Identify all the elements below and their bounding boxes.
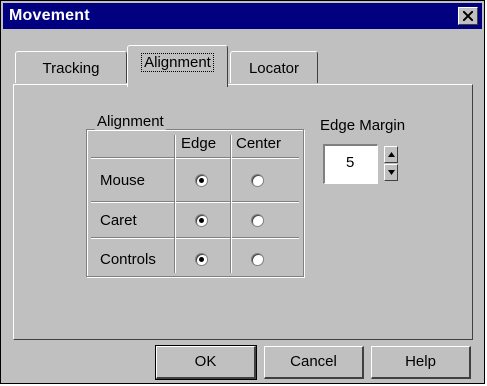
tab-locator[interactable]: Locator xyxy=(230,51,318,83)
tab-tracking[interactable]: Tracking xyxy=(15,51,127,83)
title-bar: Movement xyxy=(3,3,482,29)
edge-margin-label: Edge Margin xyxy=(320,117,406,134)
grid-divider xyxy=(230,135,232,273)
column-header-edge: Edge xyxy=(181,135,217,152)
grid-divider xyxy=(91,201,299,203)
mouse-center-radio[interactable] xyxy=(251,174,264,187)
cancel-button[interactable]: Cancel xyxy=(264,346,364,379)
row-label-caret: Caret xyxy=(100,212,137,229)
grid-divider xyxy=(91,157,299,159)
grid-divider xyxy=(174,135,176,273)
row-label-controls: Controls xyxy=(100,251,156,268)
close-icon xyxy=(463,11,473,21)
close-button[interactable] xyxy=(458,7,478,25)
tab-locator-label: Locator xyxy=(248,60,300,77)
help-button[interactable]: Help xyxy=(371,346,471,379)
edge-margin-input[interactable]: 5 xyxy=(323,144,378,184)
grid-divider xyxy=(91,237,299,239)
tab-tracking-label: Tracking xyxy=(42,60,100,77)
tab-alignment-label: Alignment xyxy=(141,53,214,72)
caret-edge-radio[interactable] xyxy=(195,214,208,227)
controls-center-radio[interactable] xyxy=(251,253,264,266)
caret-center-radio[interactable] xyxy=(251,214,264,227)
column-header-center: Center xyxy=(236,135,282,152)
edge-margin-value: 5 xyxy=(346,154,355,171)
window-title: Movement xyxy=(9,7,90,24)
spin-up-button[interactable] xyxy=(384,146,398,163)
ok-button[interactable]: OK xyxy=(155,345,257,380)
alignment-group-label: Alignment xyxy=(95,113,166,130)
arrow-down-icon xyxy=(388,170,395,175)
row-label-mouse: Mouse xyxy=(100,172,146,189)
dialog-window: Movement Tracking Alignment Locator Alig… xyxy=(0,0,485,384)
mouse-edge-radio[interactable] xyxy=(195,174,208,187)
controls-edge-radio[interactable] xyxy=(195,253,208,266)
arrow-up-icon xyxy=(388,152,395,157)
tab-alignment[interactable]: Alignment xyxy=(127,45,228,87)
spin-down-button[interactable] xyxy=(384,164,398,181)
